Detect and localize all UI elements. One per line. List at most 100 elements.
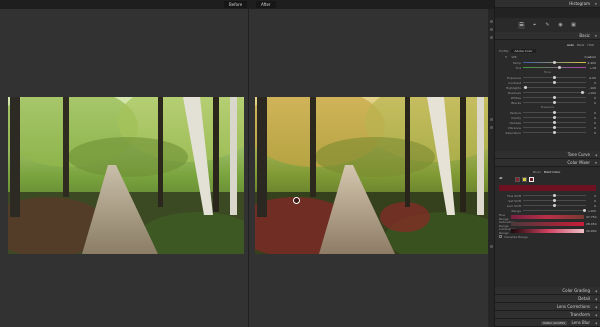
tone-slider[interactable]	[523, 101, 586, 104]
mixer-slider[interactable]	[523, 204, 586, 207]
wb-label: WB	[511, 55, 517, 59]
slider-knob[interactable]	[552, 131, 556, 134]
slider-knob[interactable]	[552, 111, 556, 114]
slider-knob[interactable]	[552, 199, 556, 202]
panel-indicator-icon[interactable]	[490, 126, 493, 129]
expand-triangle-icon: ◀	[594, 321, 597, 325]
collapsed-section-header[interactable]: Color Grading ◀	[495, 287, 600, 295]
visualize-checkbox[interactable]	[499, 235, 502, 238]
hue-range-row: Hue Range 47,750	[499, 213, 597, 221]
slider-knob[interactable]	[524, 86, 528, 89]
slider-knob[interactable]	[552, 126, 556, 129]
presence-slider[interactable]	[523, 126, 586, 129]
presence-slider[interactable]	[523, 121, 586, 124]
presence-slider[interactable]	[523, 111, 586, 114]
slider-knob[interactable]	[552, 116, 556, 119]
presence-slider[interactable]	[523, 131, 586, 134]
tone-value[interactable]: +100	[586, 91, 596, 95]
hue-range-bar[interactable]	[511, 214, 584, 219]
collapsed-section-header[interactable]: Transform ◀	[495, 311, 600, 319]
tone-value[interactable]: -100	[586, 86, 596, 90]
compare-divider[interactable]	[248, 9, 249, 327]
tab-auto[interactable]: Auto	[567, 43, 574, 47]
tone-slider[interactable]	[523, 81, 586, 84]
tone-value[interactable]: 0	[586, 101, 596, 105]
tab-mixer[interactable]: Mixer	[533, 170, 541, 174]
mixer-value[interactable]: 0	[586, 199, 596, 203]
basic-header[interactable]: Basic ▼	[495, 32, 600, 40]
slider-knob[interactable]	[582, 209, 586, 212]
presence-slider[interactable]	[523, 116, 586, 119]
slider-knob[interactable]	[553, 61, 557, 64]
slider-knob[interactable]	[552, 96, 556, 99]
point-color-picker-cursor[interactable]	[293, 197, 300, 204]
slider-knob[interactable]	[552, 81, 556, 84]
tone-slider[interactable]	[523, 76, 586, 79]
slider-knob[interactable]	[552, 121, 556, 124]
tone-label: Contrast	[508, 80, 521, 85]
panel-indicator-icon[interactable]	[490, 36, 493, 39]
mixer-slider[interactable]	[523, 199, 586, 202]
tone-curve-header[interactable]: Tone Curve ◀	[495, 151, 600, 159]
edit-sliders-icon[interactable]: ☰	[518, 21, 525, 29]
presence-value[interactable]: 0	[586, 121, 596, 125]
collapsed-section-header[interactable]: Lens Corrections ◀	[495, 303, 600, 311]
slider-knob[interactable]	[580, 91, 584, 94]
collapsed-section-header[interactable]: Detail ◀	[495, 295, 600, 303]
slider-knob[interactable]	[552, 204, 556, 207]
basic-title: Basic	[579, 33, 590, 38]
tone-value[interactable]: 0	[586, 96, 596, 100]
tint-slider[interactable]	[523, 66, 586, 69]
mixer-value[interactable]: 0	[586, 204, 596, 208]
mixer-value[interactable]: 0	[586, 194, 596, 198]
tab-point-color[interactable]: Point Color	[544, 170, 560, 174]
selected-color-band	[499, 185, 596, 191]
tone-row: Blacks 0	[499, 100, 596, 105]
red-eye-icon[interactable]: ◉	[557, 22, 564, 29]
tone-value[interactable]: 0.00	[586, 76, 596, 80]
presence-value[interactable]: 0	[586, 111, 596, 115]
crop-icon[interactable]: ⌖	[531, 22, 538, 29]
expand-triangle-icon: ◀	[594, 313, 597, 317]
temp-slider[interactable]	[523, 61, 586, 64]
brush-icon[interactable]: ✎	[544, 22, 551, 29]
panel-indicator-icon[interactable]	[490, 20, 493, 23]
temp-value[interactable]: 4,400	[586, 61, 596, 65]
slider-knob[interactable]	[552, 194, 556, 197]
wb-select[interactable]: Custom	[585, 55, 597, 59]
tone-slider[interactable]	[523, 96, 586, 99]
mixer-slider[interactable]	[523, 194, 586, 197]
panel-indicator-icon[interactable]	[490, 118, 493, 121]
tab-hdr[interactable]: HDR	[587, 43, 594, 47]
range-value[interactable]: +100	[586, 209, 596, 213]
masking-icon[interactable]: ▣	[570, 22, 577, 29]
swatch-yellow[interactable]	[522, 176, 528, 182]
luminance-range-bar[interactable]	[511, 228, 584, 233]
panel-indicator-icon[interactable]	[490, 245, 493, 248]
tone-slider[interactable]	[523, 91, 586, 94]
color-mixer-header[interactable]: Color Mixer ▼	[495, 159, 600, 167]
lens-blur-header[interactable]: EARLY ACCESS Lens Blur ◀	[495, 319, 600, 327]
tint-value[interactable]: +18	[586, 66, 596, 70]
presence-value[interactable]: 0	[586, 126, 596, 130]
panel-indicator-icon[interactable]	[490, 28, 493, 31]
swatch-selected[interactable]	[529, 176, 535, 182]
slider-knob[interactable]	[552, 101, 556, 104]
mixer-label: Sat Shift	[508, 198, 521, 203]
eyedropper-icon[interactable]: ✒	[499, 176, 503, 182]
profile-select[interactable]: Adobe Color	[511, 49, 536, 53]
tab-bw[interactable]: B&W	[577, 43, 584, 47]
presence-value[interactable]: 0	[586, 116, 596, 120]
eyedropper-icon[interactable]: ✒	[505, 55, 508, 59]
saturation-range-bar[interactable]	[511, 221, 584, 226]
range-slider[interactable]	[523, 209, 586, 212]
expand-triangle-icon: ◀	[594, 289, 597, 293]
histogram-header[interactable]: Histogram ▼	[495, 0, 600, 8]
presence-value[interactable]: 0	[586, 131, 596, 135]
swatch-red[interactable]	[515, 176, 521, 182]
tone-slider[interactable]	[523, 86, 586, 89]
slider-knob[interactable]	[557, 66, 561, 69]
tone-value[interactable]: 0	[586, 81, 596, 85]
slider-knob[interactable]	[552, 76, 556, 79]
color-mixer-section: Mixer Point Color ✒ Hue Shift 0 Sat Shift 0…	[495, 167, 600, 287]
